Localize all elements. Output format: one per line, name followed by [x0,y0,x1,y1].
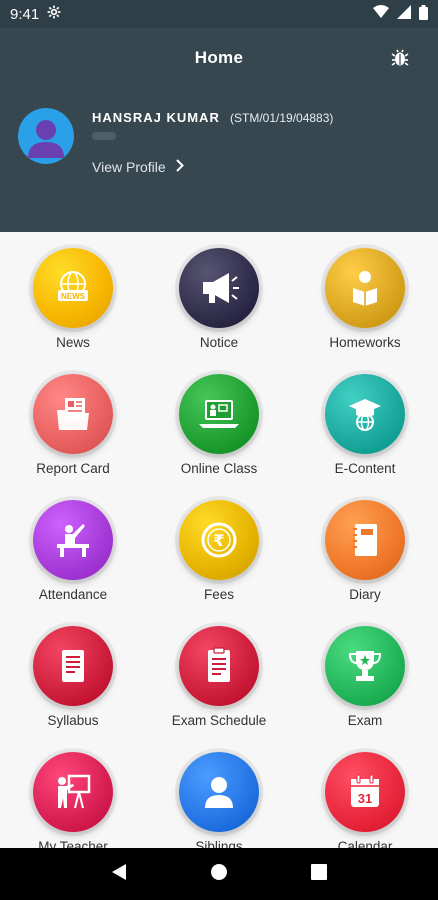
rupee-coin-icon: ₹ [179,500,259,580]
laptop-teacher-icon [179,374,259,454]
profile-subtitle-placeholder [92,132,116,140]
menu-tile-homeworks[interactable]: Homeworks [292,236,438,362]
menu-tile-notice[interactable]: Notice [146,236,292,362]
battery-icon [419,4,428,24]
view-profile-label: View Profile [92,159,166,175]
menu-tile-label: Exam [347,713,383,728]
svg-text:NEWS: NEWS [61,292,86,301]
wifi-icon [373,5,389,23]
settings-icon [47,5,61,23]
diary-icon [325,500,405,580]
menu-tile-diary[interactable]: Diary [292,488,438,614]
back-icon[interactable] [111,863,127,886]
system-navigation-bar [0,848,438,900]
menu-tile-label: Fees [203,587,234,602]
menu-tile-exam-schedule[interactable]: Exam Schedule [146,614,292,740]
recents-icon[interactable] [310,863,327,885]
megaphone-icon [179,248,259,328]
view-profile-link[interactable]: View Profile [92,159,184,175]
chevron-right-icon [175,159,184,175]
profile-name: HANSRAJ KUMAR [92,110,220,125]
reading-student-icon [325,248,405,328]
graduation-globe-icon [325,374,405,454]
home-icon[interactable] [210,863,228,886]
avatar[interactable] [18,108,74,164]
menu-tile-label: Diary [349,587,381,602]
report-folder-icon [33,374,113,454]
menu-tile-syllabus[interactable]: Syllabus [0,614,146,740]
menu-tile-label: Exam Schedule [171,713,267,728]
menu-tile-exam[interactable]: Exam [292,614,438,740]
menu-tile-label: Notice [199,335,239,350]
document-icon [33,626,113,706]
person-icon [179,752,259,832]
calendar-day-text: 31 [358,791,372,806]
status-time: 9:41 [10,5,40,23]
menu-tile-label: Online Class [180,461,258,476]
menu-grid: NEWS News Notice Homeworks Report Card Online… [0,232,438,854]
svg-text:₹: ₹ [213,531,224,550]
menu-tile-label: Homeworks [329,335,401,350]
profile-header: Home HANSRAJ KUMAR (STM/01/19/04883) Vie… [0,28,438,232]
page-title: Home [194,48,244,67]
bug-report-icon[interactable] [390,48,410,68]
menu-tile-e-content[interactable]: E-Content [292,362,438,488]
menu-tile-fees[interactable]: ₹ Fees [146,488,292,614]
student-raise-hand-icon [33,500,113,580]
menu-tile-label: E-Content [334,461,396,476]
profile-id: (STM/01/19/04883) [230,111,334,125]
menu-tile-report-card[interactable]: Report Card [0,362,146,488]
teacher-board-icon [33,752,113,832]
menu-tile-news[interactable]: NEWS News [0,236,146,362]
news-icon: NEWS [33,248,113,328]
menu-tile-attendance[interactable]: Attendance [0,488,146,614]
menu-tile-label: Syllabus [47,713,99,728]
menu-tile-online-class[interactable]: Online Class [146,362,292,488]
calendar-icon: 31 [325,752,405,832]
menu-tile-label: Report Card [36,461,110,476]
menu-tile-label: News [56,335,90,350]
status-bar: 9:41 [0,0,438,28]
schedule-document-icon [179,626,259,706]
trophy-icon [325,626,405,706]
cellular-icon [397,5,411,23]
menu-tile-label: Attendance [38,587,108,602]
